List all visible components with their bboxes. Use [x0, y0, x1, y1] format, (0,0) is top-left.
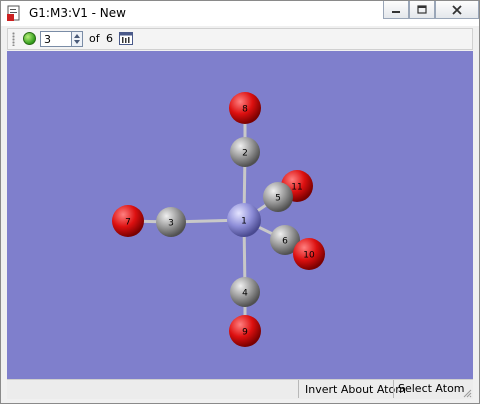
minimize-button[interactable]	[383, 1, 409, 19]
atom-label: 5	[275, 194, 281, 204]
spin-down-icon[interactable]	[74, 40, 80, 44]
window-title: G1:M3:V1 - New	[29, 6, 126, 20]
atom-label: 8	[242, 105, 248, 115]
status-message-area	[7, 380, 299, 398]
atom-label: 4	[242, 289, 248, 299]
minimize-icon	[392, 10, 400, 13]
atom-label: 9	[242, 328, 248, 338]
spin-up-icon[interactable]	[74, 34, 80, 38]
status-bar: Invert About Atom Select Atom	[7, 379, 473, 399]
atom-label: 7	[125, 218, 131, 228]
atom-label: 6	[282, 237, 288, 247]
resize-grip-icon[interactable]	[462, 388, 472, 398]
frame-toolbar: of 6	[7, 28, 473, 50]
window-controls	[383, 1, 479, 21]
atom-4[interactable]: 4	[230, 277, 260, 307]
status-indicator-icon[interactable]	[23, 32, 36, 45]
atom-3[interactable]: 3	[156, 207, 186, 237]
close-button[interactable]	[435, 1, 479, 19]
molecule-canvas[interactable]: 821157 3 161049	[7, 51, 473, 379]
chart-icon[interactable]	[119, 32, 133, 45]
of-label: of	[89, 32, 100, 45]
atom-7[interactable]: 7	[112, 205, 144, 237]
atom-2[interactable]: 2	[230, 137, 260, 167]
maximize-icon	[417, 5, 427, 14]
atom-8[interactable]: 8	[229, 92, 261, 124]
select-atom-label: Select Atom	[393, 380, 465, 398]
close-icon	[452, 4, 462, 15]
atom-label: 2	[242, 149, 248, 159]
application-window: G1:M3:V1 - New of 6	[0, 0, 480, 404]
toolbar-grip[interactable]	[12, 32, 15, 46]
document-icon	[7, 5, 20, 21]
invert-about-atom-label: Invert About Atom	[305, 383, 406, 396]
atom-label: 1	[241, 217, 247, 227]
atom-label: 11	[291, 183, 302, 193]
frame-spinner[interactable]	[72, 31, 83, 47]
atom-1[interactable]: 1	[227, 203, 261, 237]
frame-number-input[interactable]	[40, 31, 72, 47]
atom-label: 3	[168, 219, 174, 229]
atom-10[interactable]: 10	[293, 238, 325, 270]
atom-5[interactable]: 5	[263, 182, 293, 212]
atom-9[interactable]: 9	[229, 315, 261, 347]
bonds-layer	[127, 108, 310, 331]
maximize-button[interactable]	[409, 1, 435, 19]
atom-label: 10	[303, 251, 315, 261]
molecule-viewport[interactable]: 8 2 11 5 7 3 1 6 10 4 9	[7, 51, 473, 379]
frame-total: 6	[106, 32, 113, 45]
title-bar[interactable]: G1:M3:V1 - New	[1, 1, 479, 26]
